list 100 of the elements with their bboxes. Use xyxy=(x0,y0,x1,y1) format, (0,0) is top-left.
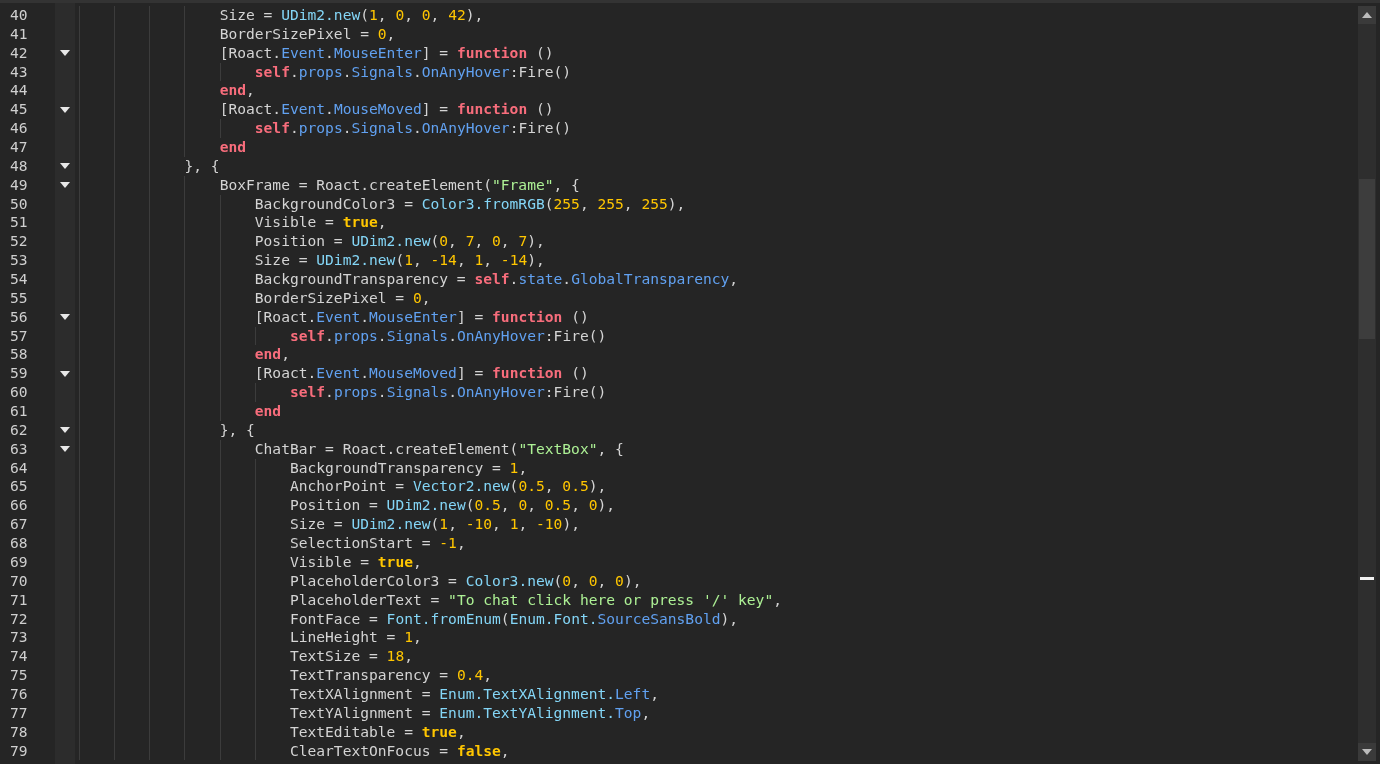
code-token: 18 xyxy=(386,647,405,667)
code-token: , { xyxy=(597,439,624,459)
code-token: 0 xyxy=(588,496,598,516)
line-number: 79 xyxy=(9,741,29,761)
code-token: Visible = xyxy=(254,213,335,233)
code-token: BorderSizePixel = xyxy=(254,288,406,308)
fold-arrow-icon[interactable] xyxy=(60,370,70,377)
code-token: , xyxy=(571,571,581,591)
fold-arrow-icon[interactable] xyxy=(60,314,70,321)
line-number: 56 xyxy=(9,307,29,327)
line-number: 69 xyxy=(9,552,29,572)
code-token: , xyxy=(500,232,511,252)
code-token: 1 xyxy=(439,515,449,535)
code-token: :Fire() xyxy=(509,119,572,138)
code-token: 0 xyxy=(588,571,598,591)
code-token: Size = xyxy=(254,251,309,271)
code-token: -1 xyxy=(439,534,457,553)
line-number: 72 xyxy=(9,609,29,629)
code-token: Signals xyxy=(351,119,413,138)
code-token: 42 xyxy=(448,6,466,25)
code-token: [Roact. xyxy=(254,307,317,327)
code-token: 1 xyxy=(509,515,519,535)
line-number: 64 xyxy=(9,458,29,478)
code-token: UDim2.new xyxy=(351,232,431,252)
code-token: OnAnyHover xyxy=(456,383,545,403)
code-token: , xyxy=(448,232,458,252)
code-token: 0.5 xyxy=(562,477,589,497)
code-token: UDim2.new xyxy=(351,515,431,535)
code-token: SourceSansBold xyxy=(597,609,721,629)
code-token: Font.fromEnum xyxy=(386,609,501,629)
code-token: GlobalTransparency xyxy=(571,270,730,289)
code-token: , xyxy=(456,722,466,742)
code-token: Event xyxy=(281,43,326,63)
code-token: -14 xyxy=(430,251,457,271)
code-token: :Fire() xyxy=(544,326,607,346)
code-token: 1 xyxy=(404,628,413,648)
line-number: 62 xyxy=(9,420,29,440)
code-token: MouseEnter xyxy=(369,307,457,327)
code-token: Color3.fromRGB xyxy=(421,194,545,214)
code-token: 7 xyxy=(518,232,528,252)
code-token: Enum.TextXAlignment. xyxy=(439,684,616,704)
scroll-down-button[interactable] xyxy=(1358,743,1376,761)
code-token: Event xyxy=(281,100,326,120)
fold-arrow-icon[interactable] xyxy=(60,163,70,170)
code-token: , xyxy=(377,6,388,25)
code-token: , xyxy=(281,345,290,365)
code-token: () xyxy=(535,43,554,63)
fold-arrow-icon[interactable] xyxy=(60,427,70,434)
code-token: SelectionStart = xyxy=(289,534,432,553)
code-token: Size = xyxy=(289,515,344,535)
scroll-up-button[interactable] xyxy=(1358,6,1376,24)
line-number: 70 xyxy=(9,571,29,591)
code-token: ( xyxy=(430,515,440,535)
code-token: self xyxy=(254,62,290,82)
code-token: , xyxy=(483,666,493,685)
code-token: end xyxy=(219,138,246,157)
code-token: 255 xyxy=(641,194,668,214)
code-token: ), xyxy=(562,515,580,535)
code-token: Event xyxy=(316,307,361,327)
code-token: Position = xyxy=(254,232,344,252)
code-token: UDim2.new xyxy=(281,6,361,25)
code-token: Position = xyxy=(289,496,379,516)
line-number: 55 xyxy=(9,288,29,308)
fold-arrow-icon[interactable] xyxy=(60,446,70,453)
line-number: 50 xyxy=(9,194,29,214)
code-token: ), xyxy=(465,6,484,25)
code-token: 0 xyxy=(562,571,572,591)
code-token: ( xyxy=(395,251,405,271)
code-token: . xyxy=(289,119,299,138)
code-token: 1 xyxy=(509,458,519,478)
code-token: , xyxy=(404,6,414,25)
code-token: Top xyxy=(615,703,642,723)
fold-arrow-icon[interactable] xyxy=(60,50,70,57)
code-token: , xyxy=(500,496,511,516)
code-token: , xyxy=(246,81,255,101)
code-token: , xyxy=(492,515,502,535)
line-number: 60 xyxy=(9,383,29,403)
code-token: 0.5 xyxy=(474,496,501,516)
code-token: TextTransparency = xyxy=(289,666,450,685)
code-token: () xyxy=(570,307,589,327)
code-token: . xyxy=(325,326,334,346)
scrollbar[interactable] xyxy=(1358,6,1376,761)
code-token: function xyxy=(492,364,563,384)
line-number: 53 xyxy=(9,251,29,271)
code-token: . xyxy=(360,364,370,384)
code-token: function xyxy=(456,100,528,120)
code-token: . xyxy=(325,43,334,63)
fold-arrow-icon[interactable] xyxy=(60,106,70,113)
fold-arrow-icon[interactable] xyxy=(60,182,70,189)
up-arrow-icon xyxy=(1362,12,1372,18)
scrollbar-thumb[interactable] xyxy=(1359,179,1375,339)
code-token: :Fire() xyxy=(544,383,607,403)
code-token: , xyxy=(641,703,651,723)
line-number: 71 xyxy=(9,590,29,610)
line-number: 48 xyxy=(9,156,29,176)
code-token: . xyxy=(377,326,387,346)
code-token: OnAnyHover xyxy=(421,119,510,138)
code-token: self xyxy=(254,119,290,138)
code-token: 1 xyxy=(474,251,484,271)
code-token: PlaceholderColor3 = xyxy=(289,571,458,591)
